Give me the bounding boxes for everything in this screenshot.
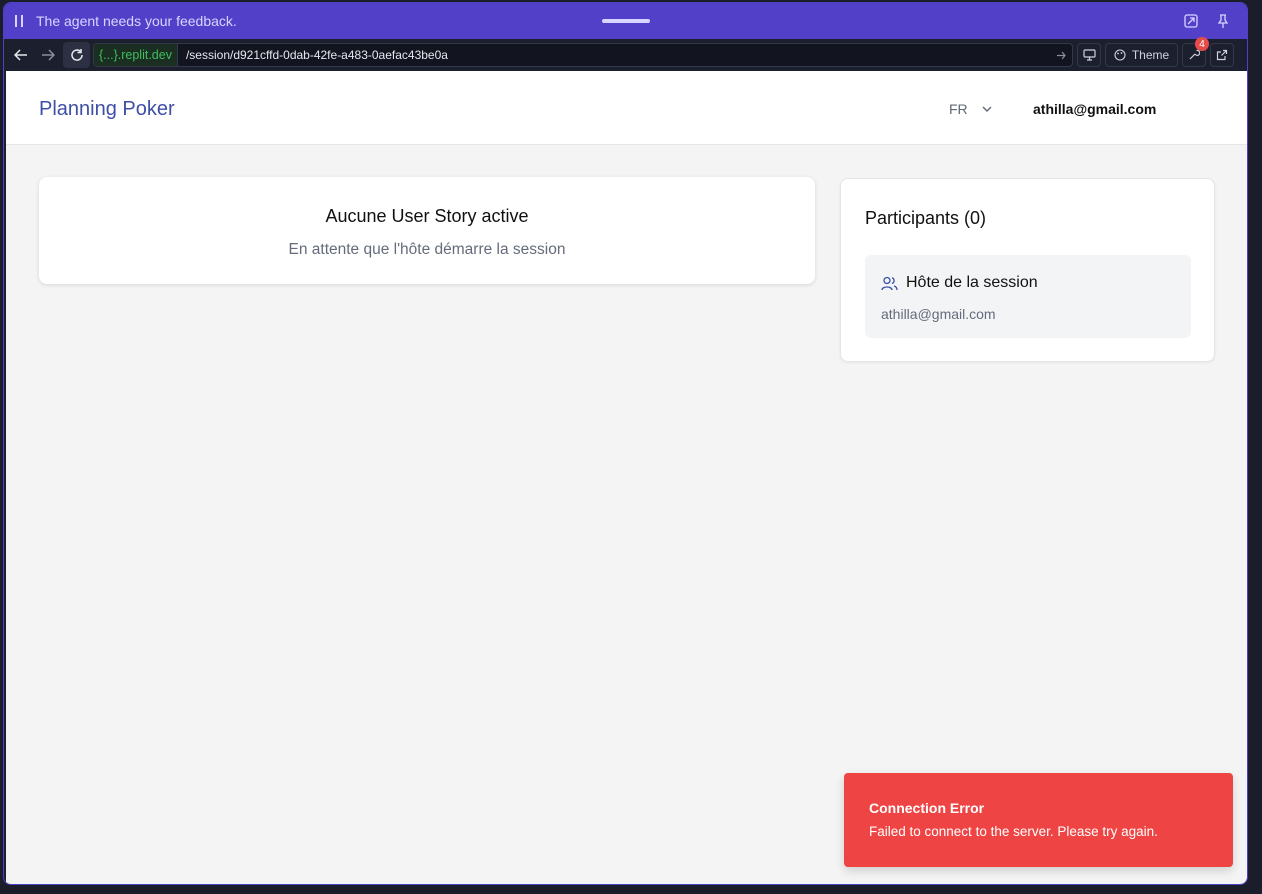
back-arrow-icon[interactable] [7, 42, 34, 68]
palette-icon [1114, 49, 1126, 61]
app-page: Planning Poker FR athilla@gmail.com Aucu… [6, 71, 1247, 884]
forward-arrow-icon[interactable] [34, 42, 61, 68]
agent-feedback-bar: The agent needs your feedback. [4, 3, 1247, 39]
host-panel: Hôte de la session athilla@gmail.com [865, 255, 1191, 338]
pause-icon[interactable] [4, 3, 34, 39]
participants-card: Participants (0) Hôte de la session athi… [840, 178, 1215, 362]
go-arrow-icon[interactable] [1050, 51, 1072, 60]
users-icon [881, 276, 906, 291]
external-link-icon[interactable] [1210, 43, 1234, 67]
host-email: athilla@gmail.com [881, 306, 996, 322]
url-path: /session/d921cffd-0dab-42fe-a483-0aefac4… [185, 48, 448, 62]
agent-message: The agent needs your feedback. [36, 13, 237, 29]
url-domain: {...}.replit.dev [94, 44, 178, 66]
language-select[interactable]: FR [949, 101, 992, 117]
story-title: Aucune User Story active [325, 206, 529, 226]
url-bar: {...}.replit.dev /session/d921cffd-0dab-… [4, 37, 1247, 71]
popout-icon[interactable] [1175, 3, 1207, 39]
wrench-icon [1188, 49, 1200, 61]
error-toast[interactable]: Connection Error Failed to connect to th… [844, 773, 1233, 867]
address-field[interactable]: {...}.replit.dev /session/d921cffd-0dab-… [93, 43, 1073, 67]
participants-title: Participants (0) [865, 208, 987, 228]
language-value: FR [949, 101, 968, 117]
host-label: Hôte de la session [906, 274, 1038, 291]
drag-handle[interactable] [602, 19, 650, 23]
theme-label: Theme [1131, 48, 1170, 62]
active-story-card: Aucune User Story active En attente que … [39, 177, 815, 284]
devtools-button[interactable]: 4 [1182, 37, 1209, 67]
app-header: Planning Poker FR athilla@gmail.com [6, 71, 1247, 145]
theme-button[interactable]: Theme [1105, 43, 1178, 67]
toast-title: Connection Error [869, 800, 985, 816]
app-window: The agent needs your feedback. {...}.rep… [3, 2, 1248, 885]
devtools-badge: 4 [1195, 37, 1209, 51]
reload-icon[interactable] [63, 42, 90, 68]
monitor-icon[interactable] [1077, 43, 1101, 67]
user-email[interactable]: athilla@gmail.com [1033, 101, 1156, 117]
chevron-down-icon [982, 106, 992, 112]
story-subtitle: En attente que l'hôte démarre la session [288, 241, 566, 258]
pin-icon[interactable] [1207, 3, 1239, 39]
brand-title[interactable]: Planning Poker [39, 98, 175, 121]
toast-message: Failed to connect to the server. Please … [869, 824, 1158, 839]
